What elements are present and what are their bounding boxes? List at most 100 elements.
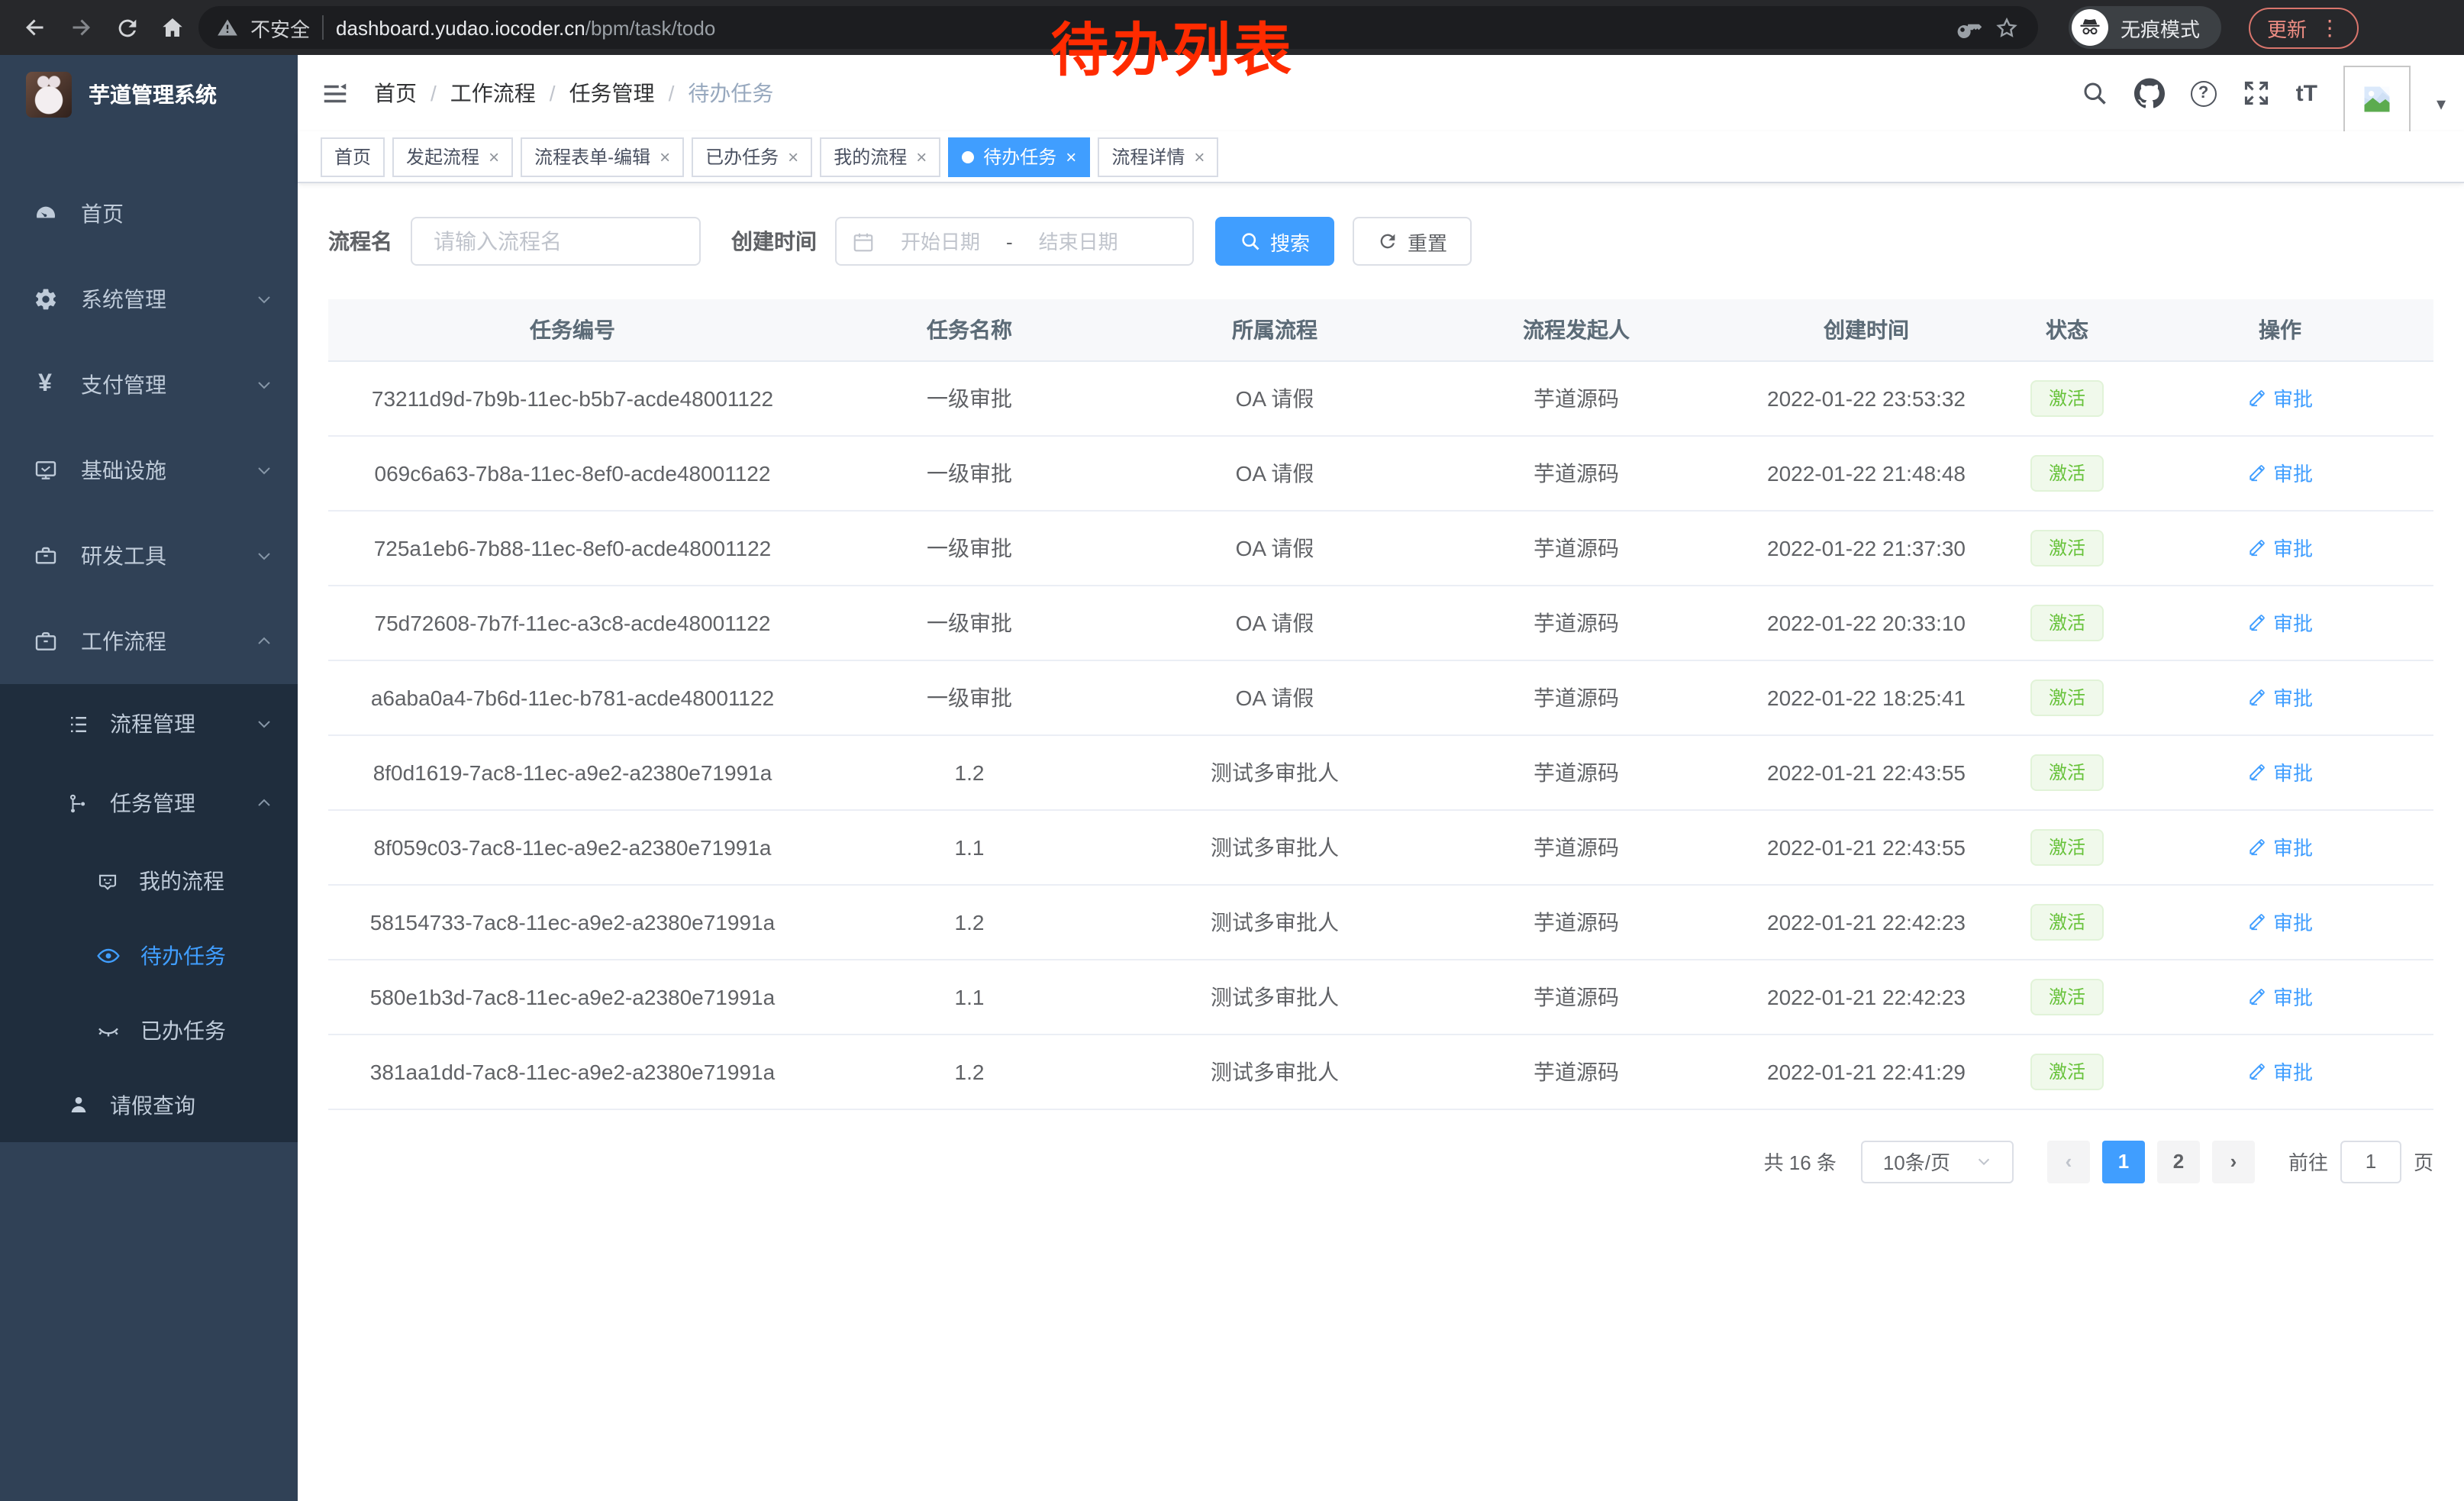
cell-initiator: 芋道源码 — [1427, 884, 1725, 959]
table-row: 75d72608-7b7f-11ec-a3c8-acde48001122一级审批… — [328, 585, 2433, 660]
page-button-2[interactable]: 2 — [2157, 1140, 2200, 1183]
cell-actions: 审批 — [2127, 435, 2433, 510]
sidebar-collapse-button[interactable] — [321, 79, 350, 108]
cell-task-name: 1.1 — [817, 959, 1122, 1034]
edit-pen-icon — [2247, 837, 2267, 857]
date-range-picker[interactable]: - — [835, 217, 1194, 266]
cell-status: 激活 — [2008, 809, 2127, 884]
cell-status: 激活 — [2008, 435, 2127, 510]
avatar-caret-icon[interactable]: ▾ — [2437, 93, 2446, 115]
bookmark-star-icon[interactable] — [1994, 15, 2020, 40]
sidebar-item-workflow[interactable]: 工作流程 — [0, 599, 298, 684]
process-name-input[interactable] — [411, 217, 701, 266]
approve-link[interactable]: 审批 — [2247, 907, 2313, 936]
password-key-icon[interactable] — [1956, 15, 1982, 40]
approve-link[interactable]: 审批 — [2247, 608, 2313, 637]
goto-page-input[interactable] — [2340, 1140, 2401, 1183]
sidebar-item-infrastructure[interactable]: 基础设施 — [0, 428, 298, 513]
app-logo-row[interactable]: 芋道管理系统 — [0, 55, 298, 134]
end-date-input[interactable] — [1022, 230, 1135, 253]
create-time-label: 创建时间 — [731, 226, 817, 257]
col-task-name: 任务名称 — [817, 299, 1122, 360]
sidebar-item-label: 支付管理 — [81, 370, 166, 400]
sidebar-item-task-management[interactable]: 任务管理 — [0, 763, 298, 843]
close-icon[interactable]: × — [1066, 146, 1076, 167]
cell-initiator: 芋道源码 — [1427, 1034, 1725, 1109]
close-icon[interactable]: × — [1194, 146, 1205, 167]
tab-home[interactable]: 首页 — [321, 137, 385, 176]
close-icon[interactable]: × — [916, 146, 927, 167]
start-date-input[interactable] — [884, 230, 997, 253]
cell-task-id: 725a1eb6-7b88-11ec-8ef0-acde48001122 — [328, 510, 817, 585]
avatar[interactable] — [2343, 66, 2411, 133]
chevron-down-icon — [255, 461, 273, 479]
approve-link[interactable]: 审批 — [2247, 832, 2313, 861]
cell-task-name: 一级审批 — [817, 435, 1122, 510]
tree-icon — [67, 792, 90, 815]
cell-task-name: 一级审批 — [817, 510, 1122, 585]
approve-link[interactable]: 审批 — [2247, 982, 2313, 1011]
help-icon[interactable]: ? — [2191, 80, 2217, 106]
page-button-1[interactable]: 1 — [2102, 1140, 2145, 1183]
reload-button[interactable] — [107, 8, 147, 47]
monitor-icon — [32, 458, 58, 483]
approve-link[interactable]: 审批 — [2247, 533, 2313, 562]
browser-menu-icon[interactable]: ⋮ — [2319, 17, 2340, 38]
tab-process-detail[interactable]: 流程详情× — [1098, 137, 1218, 176]
search-icon[interactable] — [2081, 79, 2108, 107]
forward-button[interactable] — [61, 8, 101, 47]
font-size-icon[interactable]: tT — [2296, 80, 2317, 106]
breadcrumb-item-task-management[interactable]: 任务管理 — [569, 78, 655, 108]
prev-page-button[interactable]: ‹ — [2047, 1140, 2090, 1183]
sidebar-item-my-process[interactable]: 我的流程 — [0, 843, 298, 918]
cell-process: 测试多审批人 — [1122, 734, 1427, 809]
close-icon[interactable]: × — [660, 146, 670, 167]
chevron-down-icon — [255, 715, 273, 733]
page-size-select[interactable]: 10条/页 — [1861, 1140, 2014, 1183]
sidebar-item-todo-tasks[interactable]: 待办任务 — [0, 918, 298, 993]
fullscreen-icon[interactable] — [2243, 79, 2270, 107]
edit-pen-icon — [2247, 537, 2267, 557]
tab-my-process[interactable]: 我的流程× — [820, 137, 940, 176]
eye-icon — [96, 943, 121, 967]
sidebar-item-label: 基础设施 — [81, 455, 166, 486]
sidebar-item-home[interactable]: 首页 — [0, 171, 298, 257]
back-button[interactable] — [15, 8, 55, 47]
approve-link[interactable]: 审批 — [2247, 757, 2313, 786]
breadcrumb-item-current: 待办任务 — [688, 78, 773, 108]
sidebar-item-system[interactable]: 系统管理 — [0, 257, 298, 342]
close-icon[interactable]: × — [489, 146, 499, 167]
github-icon[interactable] — [2134, 78, 2165, 108]
approve-link[interactable]: 审批 — [2247, 683, 2313, 712]
reset-button[interactable]: 重置 — [1353, 217, 1472, 266]
not-secure-warning-icon — [217, 17, 238, 38]
sidebar-item-payment[interactable]: ¥ 支付管理 — [0, 342, 298, 428]
sidebar-item-devtools[interactable]: 研发工具 — [0, 513, 298, 599]
sidebar-item-label: 任务管理 — [110, 788, 195, 818]
home-button[interactable] — [153, 8, 192, 47]
tab-todo-tasks[interactable]: 待办任务× — [948, 137, 1090, 176]
approve-link[interactable]: 审批 — [2247, 1057, 2313, 1086]
page-size-value: 10条/页 — [1883, 1147, 1950, 1176]
breadcrumb-item-home[interactable]: 首页 — [374, 78, 417, 108]
cell-actions: 审批 — [2127, 1034, 2433, 1109]
search-button[interactable]: 搜索 — [1215, 217, 1334, 266]
next-page-button[interactable]: › — [2212, 1140, 2255, 1183]
tab-start-process[interactable]: 发起流程× — [392, 137, 513, 176]
sidebar-item-leave-query[interactable]: 请假查询 — [0, 1067, 298, 1142]
chevron-down-icon — [255, 376, 273, 394]
sidebar-item-label: 流程管理 — [110, 709, 195, 739]
page-content: 流程名 创建时间 - 搜索 重置 — [298, 183, 2464, 1501]
sidebar-item-process-management[interactable]: 流程管理 — [0, 684, 298, 763]
sidebar-item-done-tasks[interactable]: 已办任务 — [0, 993, 298, 1067]
approve-link[interactable]: 审批 — [2247, 458, 2313, 487]
col-task-id: 任务编号 — [328, 299, 817, 360]
close-icon[interactable]: × — [788, 146, 798, 167]
approve-link[interactable]: 审批 — [2247, 383, 2313, 412]
chrome-update-button[interactable]: 更新 ⋮ — [2249, 7, 2359, 48]
cell-status: 激活 — [2008, 884, 2127, 959]
tab-process-form-edit[interactable]: 流程表单-编辑× — [521, 137, 684, 176]
breadcrumb-item-workflow[interactable]: 工作流程 — [450, 78, 536, 108]
tab-done-tasks[interactable]: 已办任务× — [692, 137, 812, 176]
app-title: 芋道管理系统 — [89, 79, 217, 110]
